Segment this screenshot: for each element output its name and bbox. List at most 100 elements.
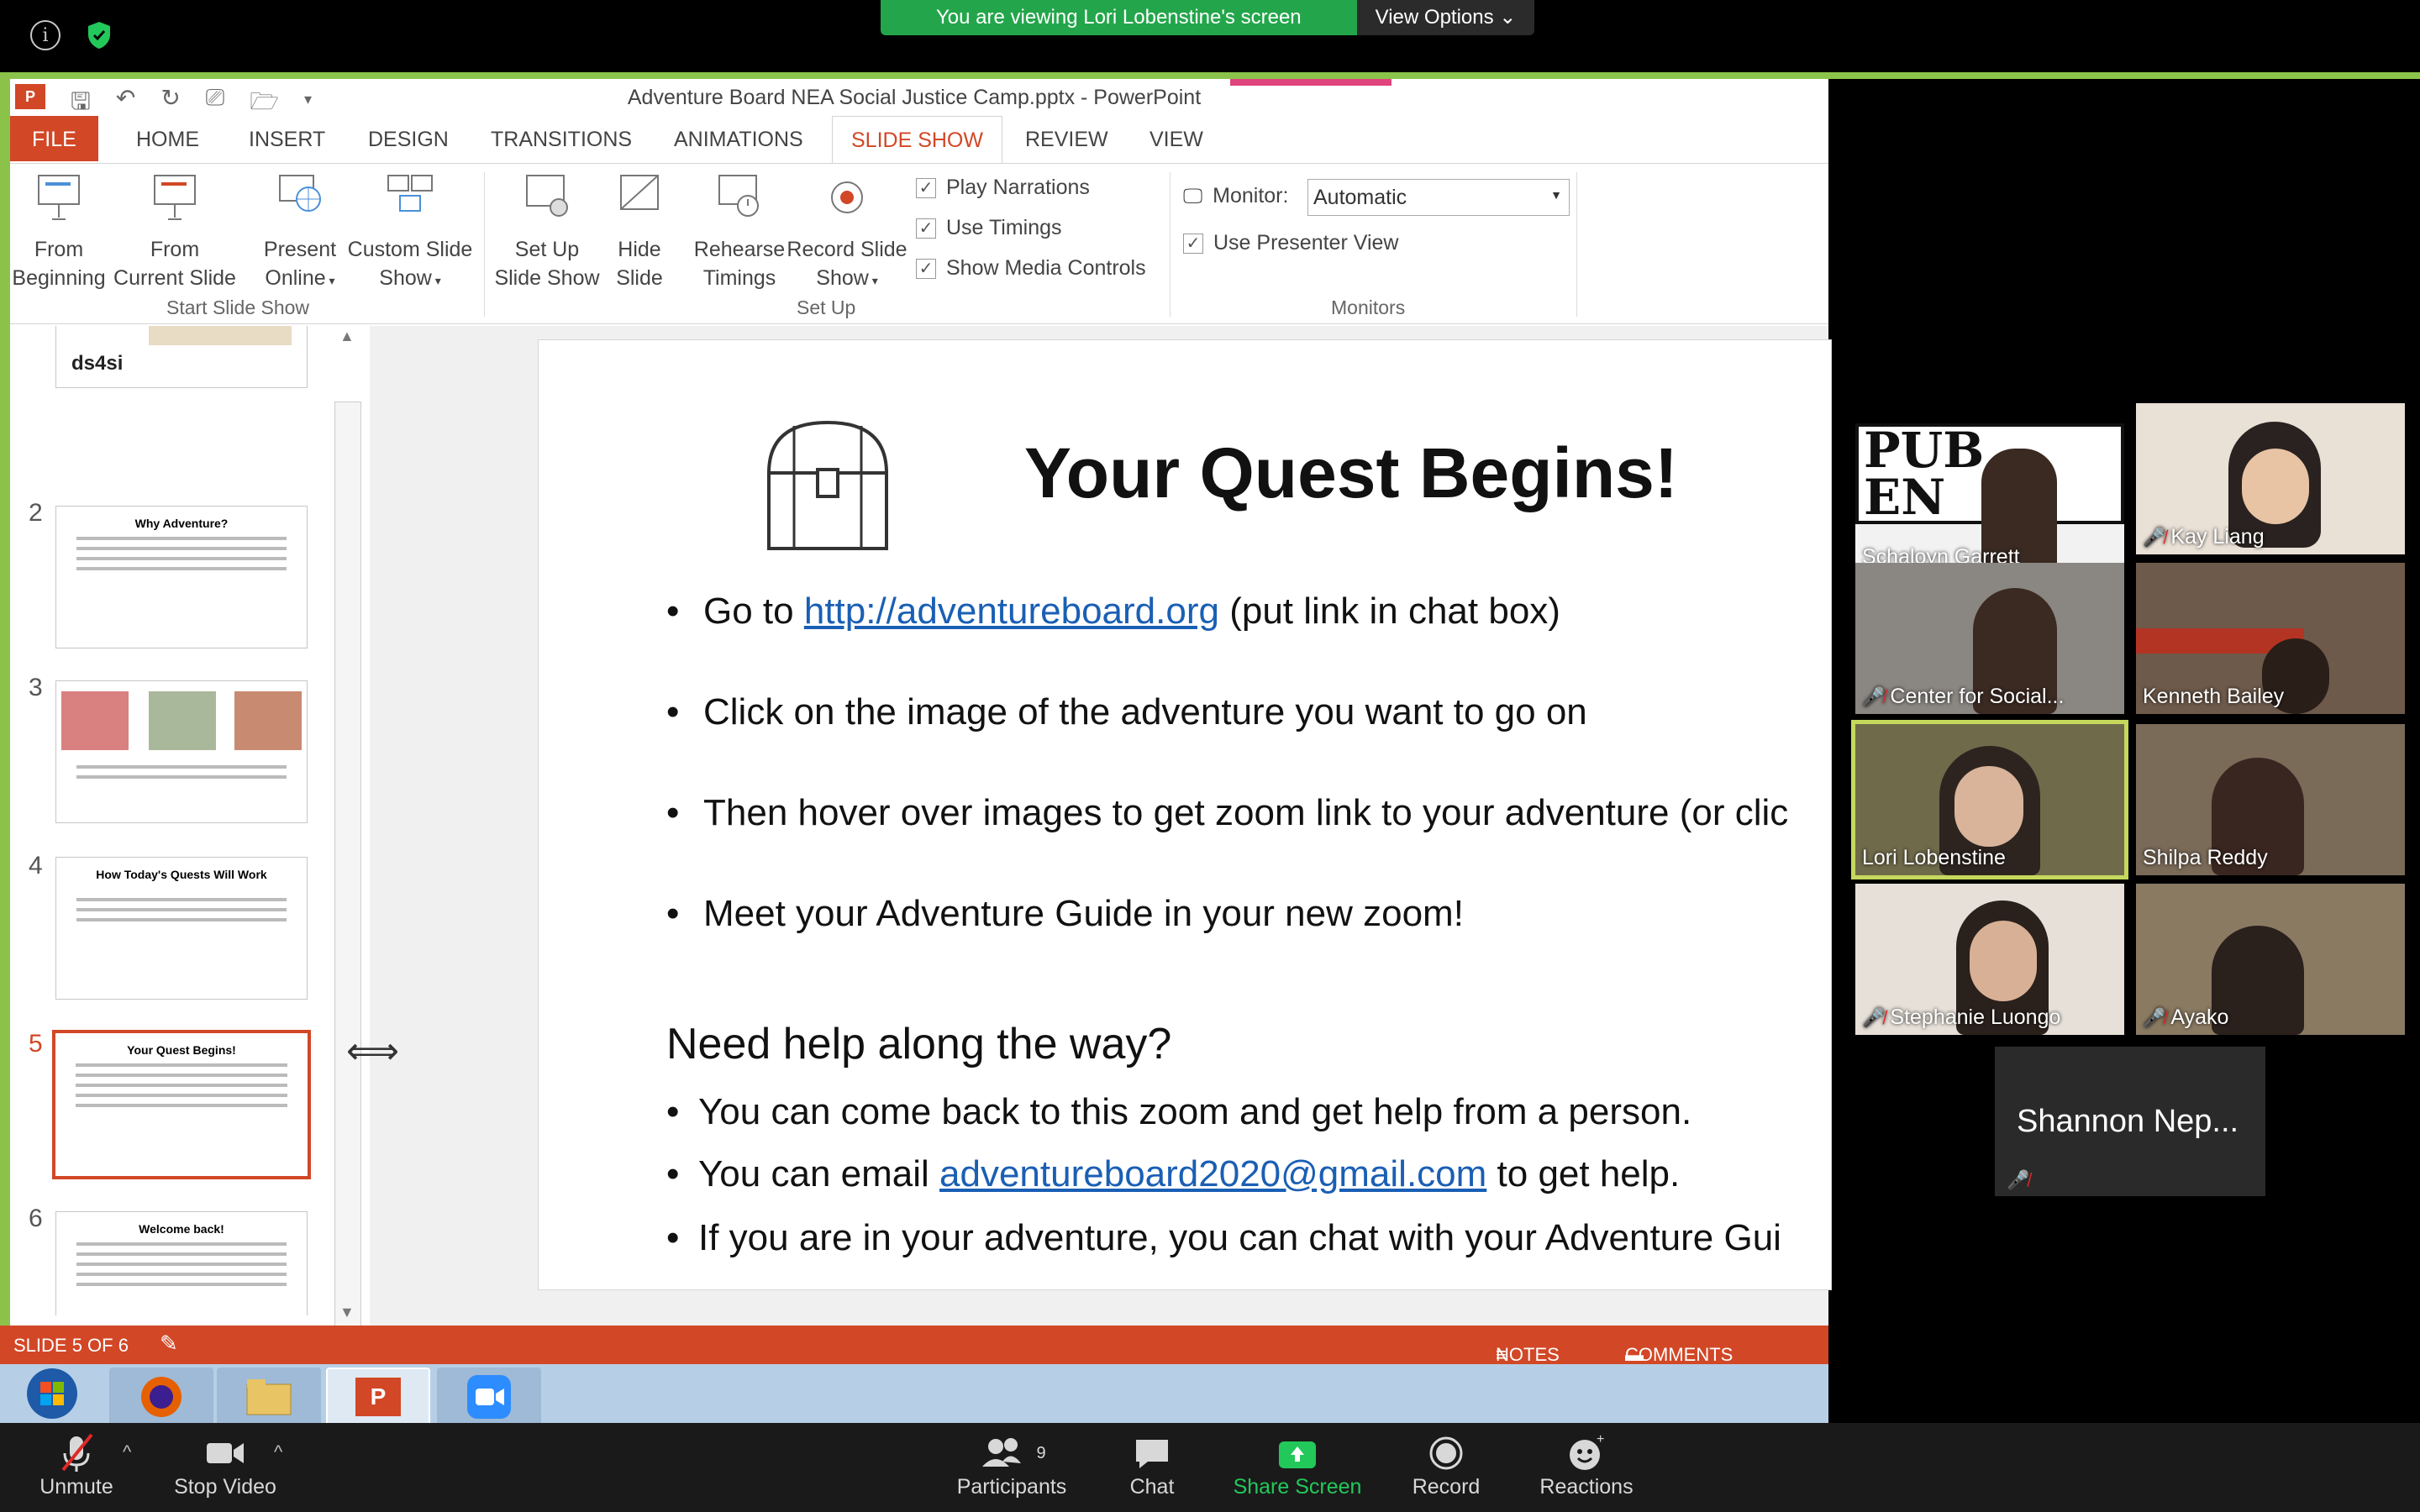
- thumbnail-logo-text: ds4si: [71, 352, 124, 375]
- thumbnail-text-line: [76, 775, 287, 779]
- audio-options-caret-icon[interactable]: ^: [123, 1441, 131, 1463]
- participant-name-text: Center for Social...: [1890, 685, 2065, 708]
- stop-video-button[interactable]: Stop Video: [173, 1431, 277, 1499]
- adventureboard-link[interactable]: http://adventureboard.org: [804, 591, 1219, 632]
- participant-tile[interactable]: Kenneth Bailey: [2136, 563, 2405, 714]
- shield-icon[interactable]: [84, 20, 114, 50]
- muted-mic-icon: 🎤̸: [2143, 1007, 2166, 1028]
- participants-button[interactable]: 9 Participants: [953, 1431, 1071, 1499]
- thumbnail-text-line: [76, 1063, 287, 1067]
- slide-thumbnail[interactable]: ds4si: [55, 326, 308, 388]
- thumbnail-image: [234, 691, 302, 750]
- reactions-label: Reactions: [1539, 1475, 1634, 1499]
- view-options-label: View Options: [1375, 6, 1494, 29]
- participant-name: Lori Lobenstine: [1862, 846, 2006, 870]
- zoom-taskbar-button[interactable]: [437, 1368, 541, 1426]
- participant-name-text: Shilpa Reddy: [2143, 846, 2268, 869]
- participant-tile[interactable]: 🎤̸ Ayako: [2136, 884, 2405, 1035]
- participant-tile[interactable]: 🎤̸ Center for Social...: [1855, 563, 2124, 714]
- unmute-label: Unmute: [39, 1475, 113, 1499]
- participant-tile[interactable]: 🎤̸ Kay Liang: [2136, 403, 2405, 554]
- reactions-button[interactable]: + Reactions: [1534, 1431, 1639, 1499]
- participant-tile-video-off[interactable]: Shannon Nep... 🎤̸: [1995, 1047, 2265, 1196]
- thumbnail-text-line: [76, 1252, 287, 1256]
- thumbnail-image: [149, 691, 216, 750]
- thumbnail-text-line: [76, 1084, 287, 1087]
- thumbnail-title: How Today's Quests Will Work: [96, 868, 267, 881]
- participant-tile[interactable]: Shilpa Reddy: [2136, 724, 2405, 875]
- thumbnail-text-line: [76, 1273, 287, 1276]
- record-button[interactable]: Record: [1408, 1431, 1484, 1499]
- muted-mic-icon: 🎤̸: [1862, 686, 1886, 707]
- resize-cursor-icon: ⟺: [346, 1031, 400, 1072]
- participant-name-text: Ayako: [2170, 1005, 2229, 1029]
- start-button[interactable]: [0, 1364, 104, 1423]
- help-heading: Need help along the way?: [666, 1020, 1172, 1068]
- explorer-taskbar-button[interactable]: [217, 1368, 321, 1426]
- chat-button[interactable]: Chat: [1123, 1431, 1181, 1499]
- thumbnail-scrollbar[interactable]: [334, 402, 361, 1384]
- slide-thumbnail[interactable]: Why Adventure?: [55, 506, 308, 648]
- share-screen-button[interactable]: Share Screen: [1230, 1431, 1365, 1499]
- firefox-taskbar-button[interactable]: [109, 1368, 213, 1426]
- participant-name-text: Lori Lobenstine: [1862, 846, 2006, 869]
- slide-thumbnail[interactable]: [55, 680, 308, 823]
- share-banner-text: You are viewing Lori Lobenstine's screen: [881, 0, 1357, 35]
- participant-tile[interactable]: PUB EN Schaloyn Garrett: [1855, 423, 2124, 575]
- bullet-item: • Then hover over images to get zoom link…: [666, 792, 1789, 833]
- unmute-button[interactable]: Unmute: [39, 1431, 114, 1499]
- record-label: Record: [1412, 1475, 1481, 1499]
- thumbnail-image: [61, 691, 129, 750]
- slide-number-active: 5: [29, 1030, 43, 1058]
- participant-tile[interactable]: 🎤̸ Stephanie Luongo: [1855, 884, 2124, 1035]
- slide-number: 2: [29, 499, 43, 527]
- participants-count: 9: [1036, 1444, 1046, 1462]
- slide-thumbnail[interactable]: Welcome back!: [55, 1211, 308, 1315]
- thumbnail-text-line: [76, 1263, 287, 1266]
- muted-mic-icon: 🎤̸: [1862, 1007, 1886, 1028]
- bullet-text: (put link in chat box): [1218, 591, 1560, 632]
- slide-thumbnail[interactable]: How Today's Quests Will Work: [55, 857, 308, 1000]
- slide-title: Your Quest Begins!: [1024, 433, 1678, 512]
- slide-thumbnail-active[interactable]: Your Quest Begins!: [52, 1030, 311, 1179]
- folder-icon: [246, 1379, 292, 1415]
- chat-bubble-icon: [1123, 1431, 1181, 1475]
- firefox-icon: [141, 1377, 182, 1417]
- thumbnail-image: [149, 326, 292, 345]
- slide-thumbnail-pane: ds4si 2 Why Adventure? 3 4 How Today's Q…: [10, 326, 363, 1315]
- participant-tile-active-speaker[interactable]: Lori Lobenstine: [1851, 720, 2128, 879]
- info-icon[interactable]: i: [30, 20, 60, 50]
- participant-name-text: Kenneth Bailey: [2143, 685, 2285, 708]
- thumbnail-text-line: [76, 908, 287, 911]
- help-item: • You can come back to this zoom and get …: [666, 1091, 1692, 1132]
- record-icon: [1408, 1431, 1484, 1475]
- thumbnail-text-line: [76, 547, 287, 550]
- scroll-down-icon[interactable]: ▼: [339, 1304, 355, 1321]
- scroll-up-icon[interactable]: ▲: [339, 328, 355, 345]
- spellcheck-icon[interactable]: ✎: [160, 1331, 178, 1357]
- help-item: • You can email adventureboard2020@gmail.…: [666, 1153, 1681, 1194]
- treasure-chest-icon: [766, 420, 889, 550]
- powerpoint-taskbar-button[interactable]: P: [326, 1368, 430, 1426]
- thumbnail-text-line: [76, 898, 287, 901]
- powerpoint-icon: P: [355, 1378, 401, 1416]
- thumbnail-text-line: [76, 1104, 287, 1107]
- window-accent-bar: [1805, 72, 2420, 79]
- share-screen-icon: [1230, 1431, 1365, 1475]
- muted-mic-icon: 🎤̸: [2007, 1169, 2030, 1190]
- video-options-caret-icon[interactable]: ^: [274, 1441, 282, 1463]
- email-link[interactable]: adventureboard2020@gmail.com: [939, 1153, 1486, 1194]
- participant-name: Shilpa Reddy: [2143, 846, 2268, 870]
- view-options-button[interactable]: View Options ⌄: [1356, 0, 1535, 35]
- thumbnail-title: Your Quest Begins!: [127, 1043, 236, 1057]
- thumbnail-text-line: [76, 567, 287, 570]
- share-screen-label: Share Screen: [1233, 1475, 1362, 1499]
- zoom-top-bar: i You are viewing Lori Lobenstine's scre…: [0, 0, 2420, 72]
- muted-microphone-icon: [39, 1431, 114, 1475]
- current-slide: Your Quest Begins! • Go to http://adventu…: [538, 339, 1832, 1290]
- smiley-face-icon: +: [1534, 1431, 1639, 1475]
- notes-label: NOTES: [1496, 1344, 1560, 1365]
- thumbnail-text-line: [76, 1283, 287, 1286]
- chevron-down-icon: ⌄: [1499, 6, 1517, 29]
- comments-label: COMMENTS: [1625, 1344, 1733, 1365]
